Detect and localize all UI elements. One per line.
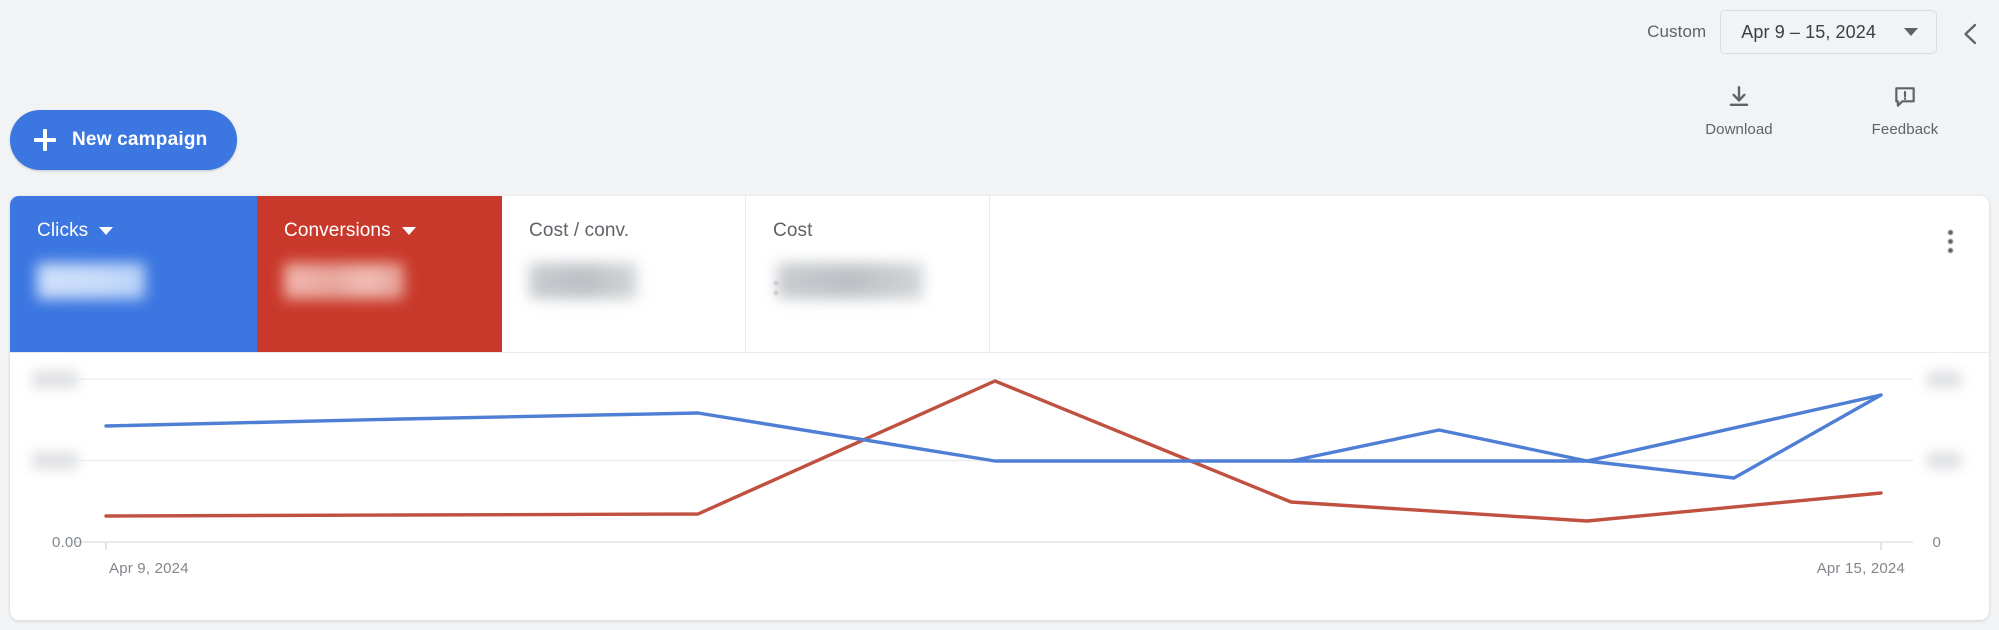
metric-card-cost-per-conv-label: Cost / conv. xyxy=(529,220,630,241)
series-line-clicks xyxy=(104,393,1883,463)
metric-card-cost-per-conv[interactable]: Cost / conv. xyxy=(502,196,746,352)
toolbar-icon-actions: Download Feedback xyxy=(1693,82,1951,138)
download-icon xyxy=(1726,82,1752,112)
date-range-picker[interactable]: Apr 9 – 15, 2024 xyxy=(1720,10,1937,54)
more-vert-icon[interactable] xyxy=(1935,226,1965,256)
feedback-button[interactable]: Feedback xyxy=(1859,82,1951,138)
date-range-control: Custom Apr 9 – 15, 2024 xyxy=(1647,10,1937,54)
left-axis-zero-label: 0.00 xyxy=(52,534,82,551)
feedback-icon xyxy=(1892,82,1918,112)
metric-card-clicks[interactable]: Clicks xyxy=(10,196,257,352)
series-line-conversions xyxy=(104,379,1883,523)
metric-card-cost-header: Cost xyxy=(773,220,989,242)
metric-card-cost-label: Cost xyxy=(773,220,813,241)
google-ads-overview-panel: Custom Apr 9 – 15, 2024 New campaign Dow… xyxy=(0,0,1999,630)
collapse-panel-button[interactable] xyxy=(1953,17,1987,51)
metric-card-clicks-label: Clicks xyxy=(37,220,89,241)
metric-card-conversions-value xyxy=(284,263,404,299)
metric-cards-strip: Clicks Conversions Cost / conv. Cost xyxy=(10,196,1989,353)
date-range-value: Apr 9 – 15, 2024 xyxy=(1741,21,1876,42)
metrics-chart-panel: Clicks Conversions Cost / conv. Cost 0.0… xyxy=(10,196,1989,620)
chevron-left-icon xyxy=(1964,23,1977,45)
date-range-mode-label: Custom xyxy=(1647,22,1707,41)
metric-card-conversions-label: Conversions xyxy=(284,220,391,241)
metric-card-cost[interactable]: Cost : xyxy=(746,196,990,352)
x-axis-label-end: Apr 15, 2024 xyxy=(1816,560,1905,577)
right-axis-zero-label: 0 xyxy=(1932,534,1941,551)
metric-card-cost-value xyxy=(777,263,923,299)
metric-card-conversions-header[interactable]: Conversions xyxy=(284,220,502,242)
action-row: New campaign Download Feedback xyxy=(0,62,1999,172)
download-button[interactable]: Download xyxy=(1693,82,1785,138)
chevron-down-icon xyxy=(401,227,416,235)
metric-card-clicks-header[interactable]: Clicks xyxy=(37,220,257,242)
top-bar: Custom Apr 9 – 15, 2024 xyxy=(0,0,1999,62)
metric-card-cost-per-conv-value xyxy=(529,263,637,299)
x-axis-label-start: Apr 9, 2024 xyxy=(109,560,189,577)
new-campaign-label: New campaign xyxy=(72,129,208,150)
feedback-label: Feedback xyxy=(1871,121,1939,138)
series-line-clicks-detail xyxy=(1289,393,1883,480)
chevron-down-icon xyxy=(1904,28,1918,36)
chevron-down-icon xyxy=(99,227,114,235)
metric-card-conversions[interactable]: Conversions xyxy=(257,196,502,352)
plus-icon xyxy=(34,129,56,151)
download-label: Download xyxy=(1705,121,1773,138)
metric-card-clicks-value xyxy=(37,263,145,299)
metric-card-cost-per-conv-header: Cost / conv. xyxy=(529,220,745,242)
performance-chart: 0.00 0 Apr 9, 2024 Apr 15, 2024 xyxy=(10,353,1989,620)
new-campaign-button[interactable]: New campaign xyxy=(10,110,238,170)
chart-canvas xyxy=(74,378,1913,550)
